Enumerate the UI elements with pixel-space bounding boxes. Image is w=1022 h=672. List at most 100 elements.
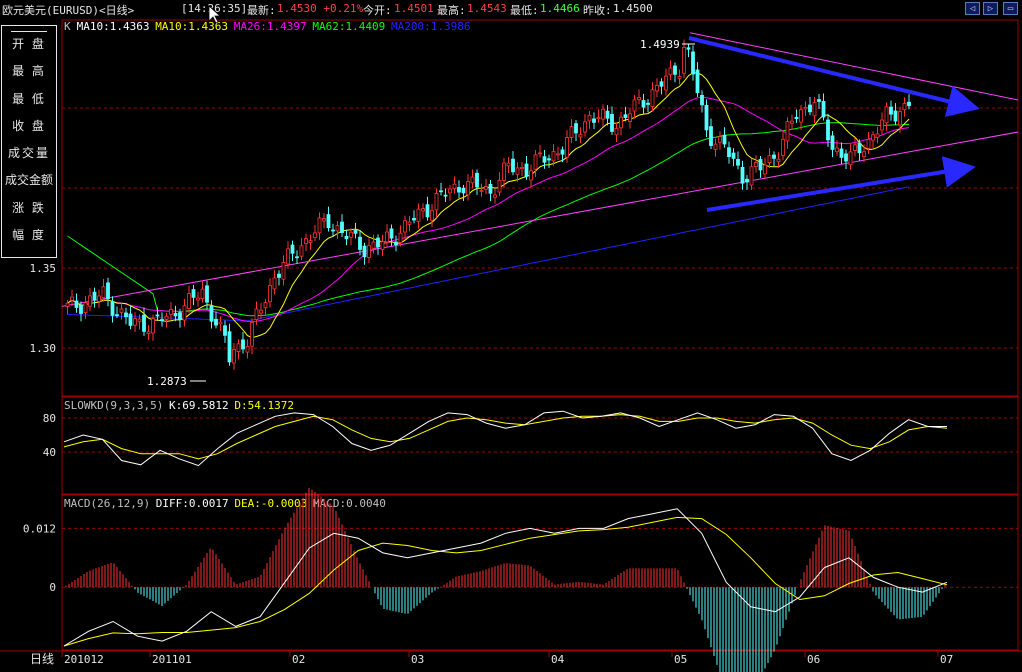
candle-up bbox=[502, 162, 506, 181]
date-axis-label: 07 bbox=[940, 653, 953, 666]
candle-up bbox=[250, 322, 254, 347]
candle-down bbox=[844, 153, 848, 162]
candle-up bbox=[902, 102, 907, 110]
candle-up bbox=[146, 331, 151, 334]
candle-up bbox=[313, 232, 317, 238]
kd-k-line bbox=[63, 410, 947, 467]
kd-legend-item-1: K:69.5812 bbox=[169, 399, 229, 412]
candle-up bbox=[506, 162, 511, 167]
menu-item-percent[interactable]: 幅 度 bbox=[2, 222, 56, 249]
high-marker-label: 1.4939 bbox=[640, 38, 680, 51]
candle-down bbox=[691, 51, 695, 75]
candle-down bbox=[461, 187, 466, 194]
candle-up bbox=[484, 186, 488, 190]
candle-down bbox=[893, 110, 898, 122]
candle-down bbox=[475, 172, 479, 188]
candle-up bbox=[853, 144, 857, 151]
candle-up bbox=[862, 151, 866, 158]
candle-up bbox=[497, 179, 502, 193]
candle-down bbox=[110, 301, 115, 316]
candle-up bbox=[101, 286, 106, 299]
kd-legend-item-2: D:54.1372 bbox=[234, 399, 294, 412]
candle-down bbox=[362, 245, 367, 258]
candle-up bbox=[632, 99, 637, 112]
candle-down bbox=[542, 156, 547, 163]
candle-up bbox=[434, 193, 439, 211]
candle-up bbox=[452, 183, 457, 190]
candle-up bbox=[164, 315, 169, 320]
candle-down bbox=[439, 190, 443, 193]
candle-up bbox=[682, 46, 686, 74]
menu-item-amount[interactable]: 成交金额 bbox=[2, 167, 56, 194]
macd-axis-label: 0 bbox=[49, 581, 56, 594]
candle-up bbox=[493, 194, 497, 198]
candle-down bbox=[290, 244, 295, 254]
candle-down bbox=[142, 314, 146, 332]
candle-up bbox=[421, 208, 425, 212]
candle-up bbox=[619, 116, 623, 129]
candle-up bbox=[884, 106, 889, 124]
candle-down bbox=[394, 241, 398, 246]
candle-up bbox=[565, 137, 569, 158]
candle-down bbox=[227, 331, 232, 363]
menu-item-volume[interactable]: 成交量 bbox=[2, 140, 56, 167]
candle-down bbox=[79, 304, 83, 314]
candle-down bbox=[295, 256, 299, 259]
candle-up bbox=[763, 164, 767, 175]
candle-down bbox=[794, 116, 799, 120]
macd-legend-item-0: MACD(26,12,9) bbox=[64, 497, 150, 510]
main-legend-item-5: MA200:1.3986 bbox=[391, 20, 470, 33]
candle-up bbox=[407, 221, 412, 225]
menu-item-open[interactable]: 开 盘 bbox=[2, 31, 56, 58]
candle-down bbox=[128, 313, 133, 326]
candle-down bbox=[695, 69, 700, 94]
candle-up bbox=[137, 318, 142, 323]
menu-item-close[interactable]: 收 盘 bbox=[2, 113, 56, 140]
candle-up bbox=[781, 138, 785, 156]
candle-down bbox=[727, 147, 731, 158]
candle-down bbox=[214, 318, 218, 326]
candle-up bbox=[218, 321, 223, 325]
macd-dea-line bbox=[63, 516, 948, 647]
panel-frame bbox=[61, 19, 1019, 397]
candle-up bbox=[655, 84, 659, 92]
candle-up bbox=[88, 295, 92, 307]
candle-up bbox=[596, 117, 601, 120]
candle-up bbox=[70, 296, 74, 301]
candle-down bbox=[722, 134, 727, 145]
macd-legend-item-1: DIFF:0.0017 bbox=[156, 497, 229, 510]
candle-down bbox=[74, 300, 79, 308]
candle-up bbox=[308, 240, 313, 243]
candle-up bbox=[268, 285, 272, 303]
candle-up bbox=[349, 231, 353, 238]
candle-down bbox=[376, 237, 380, 248]
candle-up bbox=[520, 167, 524, 170]
candle-up bbox=[182, 305, 187, 321]
stock-chart[interactable]: 1.351.301.49391.2873K MA10:1.4363 MA10:1.4… bbox=[0, 0, 1022, 672]
candle-down bbox=[772, 154, 776, 159]
candle-down bbox=[745, 178, 749, 183]
candle-up bbox=[196, 297, 200, 301]
menu-item-high[interactable]: 最 高 bbox=[2, 58, 56, 85]
candle-up bbox=[322, 218, 326, 222]
candle-down bbox=[340, 221, 344, 233]
menu-item-low[interactable]: 最 低 bbox=[2, 86, 56, 113]
candle-up bbox=[650, 89, 655, 107]
candle-up bbox=[403, 220, 407, 233]
candle-up bbox=[866, 138, 871, 149]
candle-down bbox=[830, 135, 835, 150]
candle-up bbox=[416, 208, 421, 222]
candle-up bbox=[398, 232, 403, 243]
candle-up bbox=[272, 277, 277, 290]
candle-down bbox=[173, 312, 178, 317]
candle-up bbox=[578, 133, 583, 138]
candle-down bbox=[524, 163, 529, 177]
candle-up bbox=[200, 288, 205, 299]
candle-up bbox=[677, 76, 682, 79]
candle-down bbox=[605, 110, 610, 119]
candle-down bbox=[353, 230, 358, 234]
menu-item-change[interactable]: 涨 跌 bbox=[2, 195, 56, 222]
candle-up bbox=[776, 158, 781, 163]
candle-up bbox=[556, 153, 560, 156]
date-axis-label: 02 bbox=[292, 653, 305, 666]
